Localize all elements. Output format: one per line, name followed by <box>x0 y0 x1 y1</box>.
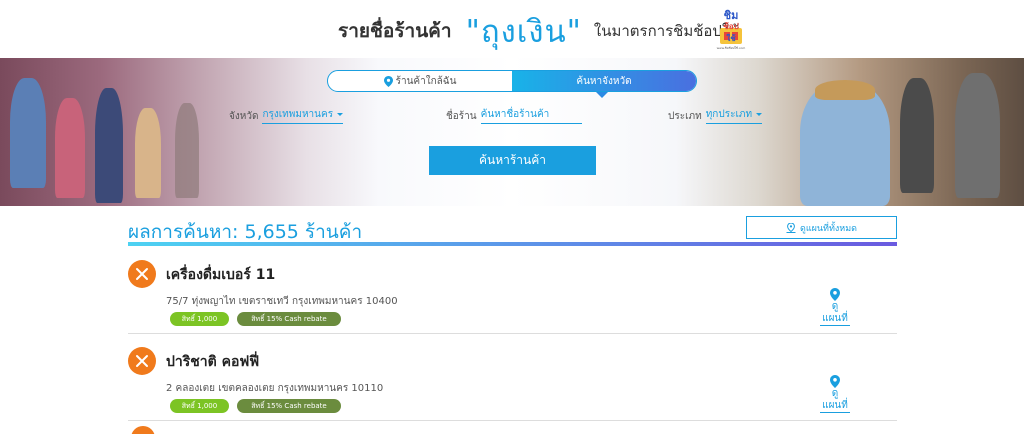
search-shops-button[interactable]: ค้นหาร้านค้า <box>429 146 596 175</box>
list-item: เครื่องดื่มเบอร์ 11 75/7 ทุ่งพญาไท เขตรา… <box>128 248 897 334</box>
province-value: กรุงเทพมหานคร <box>262 109 334 120</box>
category-badge <box>128 347 156 375</box>
type-field: ประเภท ทุกประเภท <box>668 107 763 124</box>
logo-line1: ชิม <box>724 9 739 22</box>
traveler-photo-right <box>800 83 890 206</box>
location-pin-icon <box>830 288 840 301</box>
search-mode-tabs: ร้านค้าใกล้ฉัน ค้นหาจังหวัด <box>327 70 697 92</box>
view-map-link[interactable]: ดูแผนที่ <box>820 375 850 413</box>
hero-search-banner: ร้านค้าใกล้ฉัน ค้นหาจังหวัด จังหวัด กรุง… <box>0 58 1024 206</box>
logo-line3: ใช้ <box>726 33 736 43</box>
tab-nearby-shops[interactable]: ร้านค้าใกล้ฉัน <box>328 71 512 91</box>
province-label: จังหวัด <box>229 111 259 122</box>
view-all-map-label: ดูแผนที่ทั้งหมด <box>799 223 858 234</box>
market-photo-left <box>55 98 85 198</box>
shop-name-label: ชื่อร้าน <box>446 111 477 122</box>
market-photo-left <box>10 78 46 188</box>
chevron-down-icon <box>756 113 763 116</box>
shop-address: 75/7 ทุ่งพญาไท เขตราชเทวี กรุงเทพมหานคร … <box>166 296 398 307</box>
traveler-photo-right <box>815 80 875 100</box>
chim-shop-chai-logo: ชิม ช้อป ใช้ www.ชิมช้อปใช้.com <box>717 9 746 50</box>
tab-search-province[interactable]: ค้นหาจังหวัด <box>512 71 696 91</box>
title-brand: "ถุงเงิน" <box>465 14 582 50</box>
shop-name[interactable]: ปาริชาติ คอฟฟี่ <box>166 351 259 373</box>
benefit-badge: สิทธิ์ 1,000 <box>170 312 229 326</box>
map-marker-icon <box>786 222 796 233</box>
chevron-down-icon <box>337 113 344 116</box>
list-item: ปาริชาติ คอฟฟี่ 2 คลองเตย เขตคลองเตย กรุ… <box>128 335 897 421</box>
shop-address: 2 คลองเตย เขตคลองเตย กรุงเทพมหานคร 10110 <box>166 383 384 394</box>
tab-province-label: ค้นหาจังหวัด <box>576 75 632 87</box>
category-badge <box>131 426 155 434</box>
location-pin-icon <box>383 75 393 87</box>
cashback-badge: สิทธิ์ 15% Cash rebate <box>237 399 341 413</box>
tab-nearby-label: ร้านค้าใกล้ฉัน <box>395 75 457 87</box>
view-all-map-button[interactable]: ดูแผนที่ทั้งหมด <box>746 216 897 239</box>
province-select[interactable]: กรุงเทพมหานคร <box>262 107 344 124</box>
traveler-photo-right <box>900 78 934 193</box>
type-value: ทุกประเภท <box>705 109 753 120</box>
market-photo-left <box>175 103 199 198</box>
title-prefix: รายชื่อร้านค้า <box>338 20 452 42</box>
utensils-icon <box>136 355 148 367</box>
category-badge <box>128 260 156 288</box>
traveler-photo-right <box>955 73 1000 198</box>
shop-name-field: ชื่อร้าน ค้นหาชื่อร้านค้า <box>446 107 582 124</box>
active-tab-pointer <box>596 92 608 98</box>
view-map-label: ดูแผนที่ <box>820 388 850 413</box>
benefit-badge: สิทธิ์ 1,000 <box>170 399 229 413</box>
page-title: รายชื่อร้านค้า "ถุงเงิน" ในมาตรการชิมช้อ… <box>338 6 739 56</box>
page-header: รายชื่อร้านค้า "ถุงเงิน" ในมาตรการชิมช้อ… <box>0 0 1024 58</box>
view-map-link[interactable]: ดูแผนที่ <box>820 288 850 326</box>
shop-name-input[interactable]: ค้นหาชื่อร้านค้า <box>480 107 582 124</box>
location-pin-icon <box>830 375 840 388</box>
market-photo-left <box>135 108 161 198</box>
shop-name-placeholder: ค้นหาชื่อร้านค้า <box>480 109 550 120</box>
shop-name[interactable]: เครื่องดื่มเบอร์ 11 <box>166 264 275 286</box>
type-select[interactable]: ทุกประเภท <box>705 107 763 124</box>
logo-tagline: www.ชิมช้อปใช้.com <box>717 46 746 50</box>
type-label: ประเภท <box>668 111 702 122</box>
province-field: จังหวัด กรุงเทพมหานคร <box>229 107 344 124</box>
view-map-label: ดูแผนที่ <box>820 301 850 326</box>
utensils-icon <box>136 268 148 280</box>
market-photo-left <box>95 88 123 203</box>
logo-line2: ช้อป <box>723 21 738 31</box>
results-divider <box>128 242 897 246</box>
cashback-badge: สิทธิ์ 15% Cash rebate <box>237 312 341 326</box>
